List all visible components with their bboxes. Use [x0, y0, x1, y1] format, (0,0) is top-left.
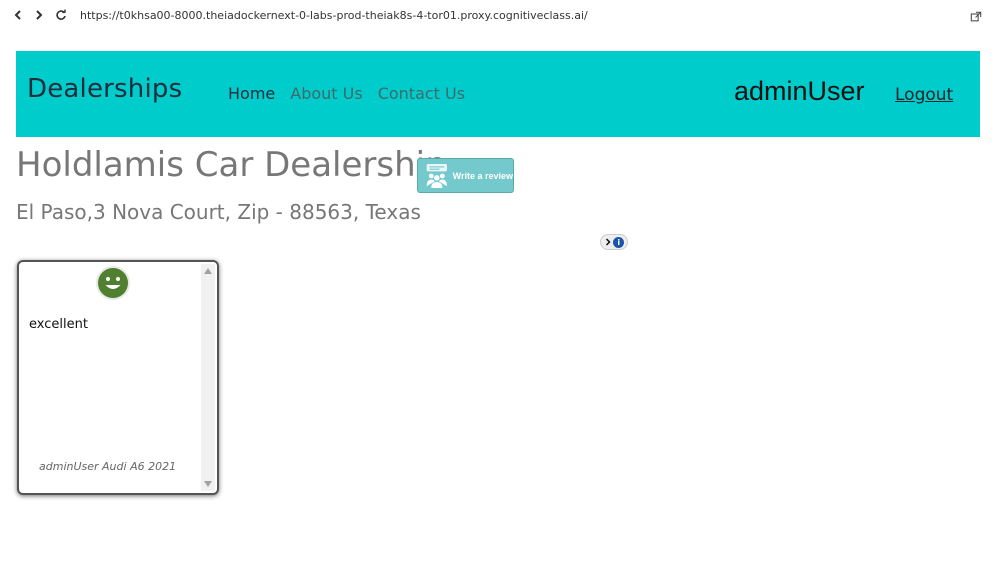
password-manager-widget[interactable]: i [600, 234, 628, 250]
username-label: adminUser [734, 76, 865, 106]
review-meta: adminUser Audi A6 2021 [39, 460, 177, 473]
forward-icon[interactable] [31, 7, 47, 23]
open-external-icon[interactable] [970, 8, 984, 22]
nav-link-contact[interactable]: Contact Us [378, 84, 465, 103]
back-icon[interactable] [10, 7, 26, 23]
password-manager-icon: i [613, 236, 625, 248]
url-bar[interactable]: https://t0khsa00-8000.theiadockernext-0-… [80, 9, 588, 22]
nav-link-home[interactable]: Home [228, 84, 275, 103]
card-scrollbar[interactable] [201, 264, 215, 491]
dealer-name: Holdlamis Car Dealership [16, 145, 447, 185]
write-review-label: Write a review [452, 170, 513, 181]
scroll-up-icon[interactable] [204, 268, 212, 274]
review-card: excellent adminUser Audi A6 2021 [17, 260, 219, 495]
people-group-icon [426, 163, 447, 188]
review-text: excellent [29, 317, 88, 332]
scroll-down-icon[interactable] [204, 481, 212, 487]
nav-links: Home About Us Contact Us [228, 84, 465, 103]
chevron-right-icon [605, 238, 611, 246]
brand-logo[interactable]: Dealerships [27, 74, 182, 104]
smiley-face-icon [96, 266, 130, 300]
logout-link[interactable]: Logout [895, 85, 953, 105]
write-review-button[interactable]: Write a review [417, 158, 514, 193]
reload-icon[interactable] [53, 7, 69, 23]
main-navbar: Dealerships Home About Us Contact Us adm… [16, 51, 980, 137]
browser-toolbar: https://t0khsa00-8000.theiadockernext-0-… [0, 0, 993, 34]
dealer-address: El Paso,3 Nova Court, Zip - 88563, Texas [16, 200, 421, 224]
nav-link-about[interactable]: About Us [290, 84, 362, 103]
